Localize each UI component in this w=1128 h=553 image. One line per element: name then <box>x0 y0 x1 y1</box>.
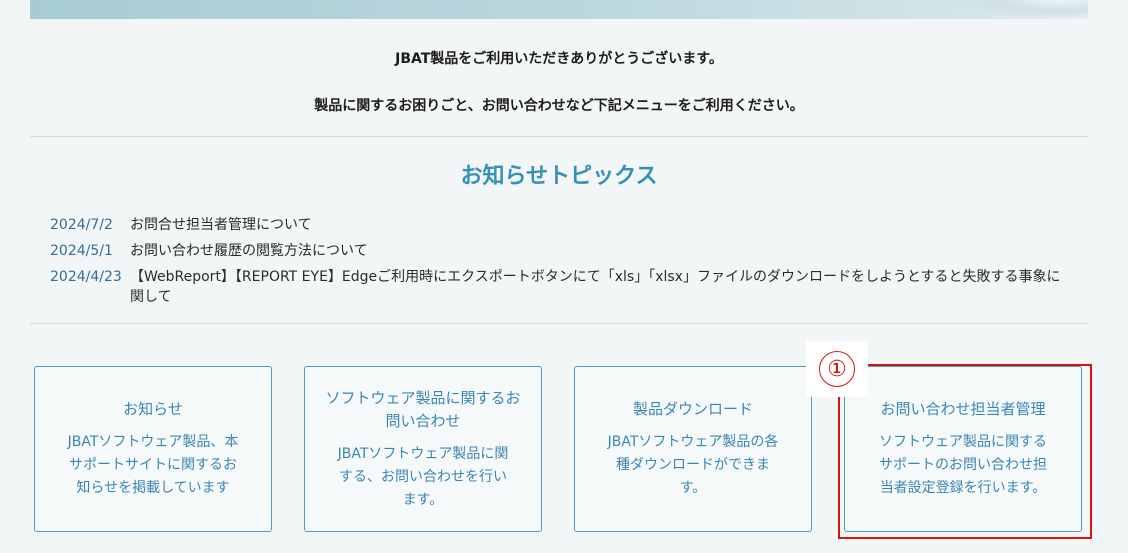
news-title-link[interactable]: お問合せ担当者管理について <box>130 215 1070 235</box>
divider <box>30 323 1088 324</box>
divider <box>30 136 1088 137</box>
welcome-message: JBAT製品をご利用いただきありがとうございます。 <box>395 51 723 67</box>
guidance-message: 製品に関するお困りごと、お問い合わせなど下記メニューをご利用ください。 <box>314 98 804 114</box>
news-date: 2024/4/23 <box>50 269 122 285</box>
hero-banner <box>30 0 1088 19</box>
news-title-link[interactable]: 【WebReport】【REPORT EYE】Edgeご利用時にエクスポートボタ… <box>130 267 1070 307</box>
news-item[interactable]: 2024/4/23 【WebReport】【REPORT EYE】Edgeご利用… <box>50 267 1090 307</box>
card-title: お問い合わせ担当者管理 <box>880 400 1046 418</box>
card-title: 製品ダウンロード <box>632 400 753 418</box>
annotation-number: ① <box>819 351 855 387</box>
card-title: お知らせ <box>123 400 183 418</box>
topics-heading: お知らせトピックス <box>460 164 658 189</box>
news-date: 2024/7/2 <box>50 217 113 233</box>
annotation-marker: ① <box>806 341 868 397</box>
card-software-inquiry[interactable]: ソフトウェア製品に関するお問い合わせ JBATソフトウェア製品に関する、お問い合… <box>304 366 542 532</box>
hero-image <box>948 0 1088 19</box>
card-product-download[interactable]: 製品ダウンロード JBATソフトウェア製品の各種ダウンロードができます。 <box>574 366 812 532</box>
card-inquiry-contact-management[interactable]: お問い合わせ担当者管理 ソフトウェア製品に関するサポートのお問い合わせ担当者設定… <box>844 366 1082 532</box>
card-description: JBATソフトウェア製品、本サポートサイトに関するお知らせを掲載しています <box>67 434 239 496</box>
news-item[interactable]: 2024/5/1 お問い合わせ履歴の閲覧方法について <box>50 241 1090 261</box>
card-description: JBATソフトウェア製品に関する、お問い合わせを行います。 <box>337 445 509 508</box>
news-date: 2024/5/1 <box>50 243 113 259</box>
card-description: JBATソフトウェア製品の各種ダウンロードができます。 <box>607 434 779 496</box>
news-item[interactable]: 2024/7/2 お問合せ担当者管理について <box>50 215 1090 235</box>
news-title-link[interactable]: お問い合わせ履歴の閲覧方法について <box>130 241 1070 261</box>
news-list: 2024/7/2 お問合せ担当者管理について 2024/5/1 お問い合わせ履歴… <box>50 215 1090 313</box>
card-description: ソフトウェア製品に関するサポートのお問い合わせ担当者設定登録を行います。 <box>879 434 1047 496</box>
card-notices[interactable]: お知らせ JBATソフトウェア製品、本サポートサイトに関するお知らせを掲載してい… <box>34 366 272 532</box>
card-title: ソフトウェア製品に関するお問い合わせ <box>325 388 521 430</box>
